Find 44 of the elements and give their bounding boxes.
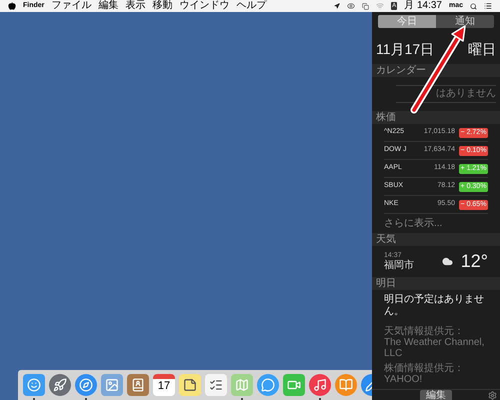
menu-item[interactable]: ファイル bbox=[51, 0, 92, 12]
menu-item[interactable]: ウインドウ bbox=[179, 0, 230, 12]
show-more-link[interactable]: さらに表示... bbox=[384, 214, 488, 233]
calendar-icon[interactable]: 17 bbox=[153, 374, 175, 396]
credit-text: The Weather Channel, LLC bbox=[384, 337, 486, 359]
temperature: 12° bbox=[460, 250, 488, 273]
video-camera-icon[interactable] bbox=[283, 374, 305, 396]
edit-button[interactable]: 編集 bbox=[420, 390, 452, 400]
section-header: 株価 bbox=[372, 111, 500, 124]
credit-text: 天気情報提供元： bbox=[384, 326, 465, 337]
date-heading: 曜日 bbox=[468, 40, 496, 58]
notepad-icon[interactable] bbox=[179, 374, 201, 396]
eye-icon[interactable] bbox=[347, 2, 356, 10]
address-book-icon[interactable] bbox=[127, 374, 149, 396]
apple-icon[interactable] bbox=[8, 2, 16, 10]
menu-item[interactable]: 編集 bbox=[98, 0, 118, 12]
section-header: 明日 bbox=[372, 277, 500, 290]
date-heading: 11月17日 bbox=[376, 40, 434, 58]
section-header: 天気 bbox=[372, 233, 500, 246]
tab[interactable]: 通知 bbox=[436, 15, 494, 28]
speech-bubble-icon[interactable] bbox=[257, 374, 279, 396]
wifi-icon[interactable] bbox=[376, 2, 384, 10]
cloud-icon bbox=[442, 256, 453, 267]
weather-city: 福岡市 bbox=[384, 260, 414, 272]
no-events-message: 明日の予定はありません。 bbox=[384, 294, 485, 318]
calendar-day: 17 bbox=[158, 379, 170, 394]
checklist-icon[interactable] bbox=[205, 374, 227, 396]
list-icon[interactable] bbox=[484, 2, 492, 10]
menu-clock[interactable]: 月 14:37 bbox=[404, 0, 442, 12]
compass-icon[interactable] bbox=[75, 374, 97, 396]
screens-icon[interactable] bbox=[362, 2, 370, 10]
location-arrow-icon[interactable] bbox=[334, 3, 340, 9]
rocket-icon[interactable] bbox=[49, 374, 71, 396]
section-header: カレンダー bbox=[372, 64, 500, 77]
photo-icon[interactable] bbox=[101, 374, 123, 396]
settings-icon[interactable] bbox=[488, 391, 497, 400]
open-book-icon[interactable] bbox=[335, 374, 357, 396]
search-icon[interactable] bbox=[470, 2, 477, 10]
menu-item[interactable]: 表示 bbox=[125, 0, 146, 12]
menu-item[interactable]: 移動 bbox=[152, 0, 172, 12]
calendar-empty-text: はありません bbox=[436, 87, 496, 101]
finder-face-icon[interactable] bbox=[23, 374, 45, 396]
music-note-icon[interactable] bbox=[309, 374, 331, 396]
credit-text: 株価情報提供元： YAHOO! bbox=[384, 363, 465, 385]
